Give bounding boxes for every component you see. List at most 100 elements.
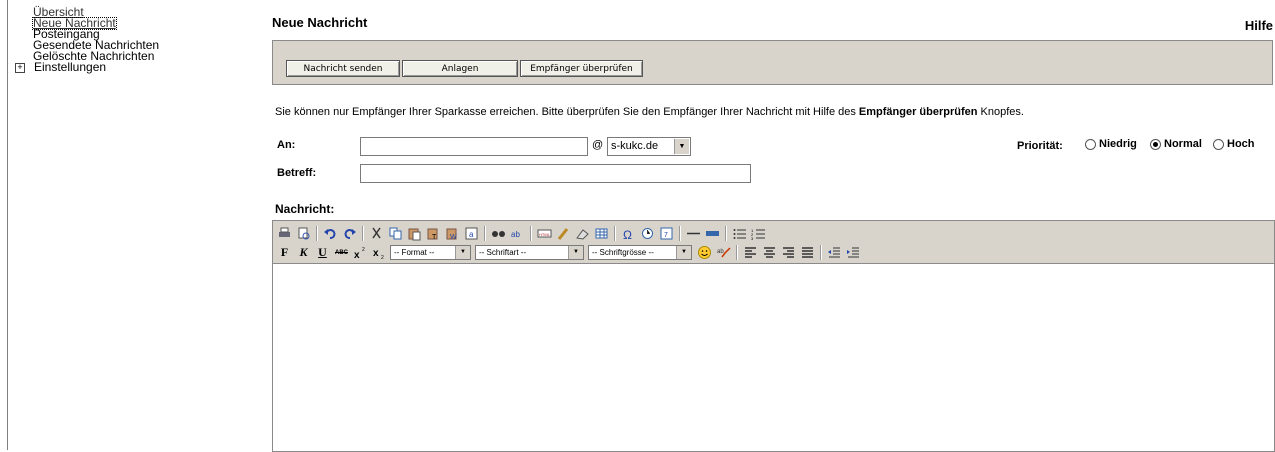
align-center-icon[interactable] bbox=[761, 244, 778, 261]
message-label: Nachricht: bbox=[275, 202, 335, 216]
format-value: -- Format -- bbox=[394, 248, 435, 257]
svg-text:ab: ab bbox=[717, 249, 724, 255]
bullet-list-icon[interactable] bbox=[731, 225, 748, 242]
size-value: -- Schriftgrösse -- bbox=[592, 248, 654, 257]
check-recipients-button[interactable]: Empfänger überprüfen bbox=[520, 60, 643, 77]
to-label: An: bbox=[277, 139, 296, 151]
attachments-button[interactable]: Anlagen bbox=[402, 60, 518, 77]
chevron-down-icon[interactable]: ▼ bbox=[455, 246, 470, 259]
subject-input[interactable] bbox=[360, 164, 751, 183]
domain-select[interactable]: s-kukc.de ▼ bbox=[607, 137, 691, 156]
send-button[interactable]: Nachricht senden bbox=[286, 60, 400, 77]
priority-hoch[interactable]: Hoch bbox=[1213, 138, 1255, 150]
subscript-icon[interactable]: x2 bbox=[371, 244, 388, 261]
info-text-end: Knopfes. bbox=[977, 106, 1024, 118]
toolbar-row-2: F K U ABC x2 x2 -- Format -- ▼ -- Schrift… bbox=[276, 244, 864, 261]
sidebar: Übersicht Neue Nachricht Posteingang Ges… bbox=[12, 6, 252, 73]
special-char-icon[interactable]: Ω bbox=[620, 225, 637, 242]
radio-niedrig[interactable] bbox=[1085, 138, 1096, 150]
radio-label: Normal bbox=[1164, 138, 1202, 150]
numbered-list-icon[interactable]: 123 bbox=[750, 225, 767, 242]
size-select[interactable]: -- Schriftgrösse -- ▼ bbox=[588, 245, 692, 260]
strike-button[interactable]: ABC bbox=[333, 244, 350, 261]
svg-text:W: W bbox=[450, 234, 457, 241]
font-select[interactable]: -- Schriftart -- ▼ bbox=[475, 245, 584, 260]
font-value: -- Schriftart -- bbox=[479, 248, 527, 257]
italic-button[interactable]: K bbox=[295, 244, 312, 261]
align-right-icon[interactable] bbox=[780, 244, 797, 261]
svg-text:x: x bbox=[373, 248, 379, 259]
radio-hoch[interactable] bbox=[1213, 138, 1224, 150]
outdent-icon[interactable] bbox=[826, 244, 843, 261]
priority-normal[interactable]: Normal bbox=[1150, 138, 1202, 150]
radio-label: Hoch bbox=[1227, 138, 1255, 150]
preview-icon[interactable] bbox=[295, 225, 312, 242]
toolbar-row-1: T W a ab HTML Ω 7 123 bbox=[276, 225, 769, 242]
align-justify-icon[interactable] bbox=[799, 244, 816, 261]
smiley-icon[interactable] bbox=[696, 244, 713, 261]
bold-button[interactable]: F bbox=[276, 244, 293, 261]
radio-normal[interactable] bbox=[1150, 138, 1161, 150]
separator bbox=[362, 226, 364, 241]
svg-text:3: 3 bbox=[751, 236, 754, 241]
rich-text-editor: T W a ab HTML Ω 7 123 F K U ABC x 2 x 2 … bbox=[272, 220, 1275, 452]
info-text: Sie können nur Empfänger Ihrer Sparkasse… bbox=[275, 106, 1024, 118]
eraser-icon[interactable] bbox=[574, 225, 591, 242]
message-body-editor[interactable] bbox=[273, 264, 1274, 451]
paste-word-icon[interactable]: W bbox=[444, 225, 461, 242]
info-text-start: Sie können nur Empfänger Ihrer Sparkasse… bbox=[275, 106, 859, 118]
svg-text:HTML: HTML bbox=[539, 232, 551, 237]
separator bbox=[530, 226, 532, 241]
align-left-icon[interactable] bbox=[742, 244, 759, 261]
separator bbox=[484, 226, 486, 241]
undo-icon[interactable] bbox=[322, 225, 339, 242]
at-sign: @ bbox=[592, 139, 604, 151]
replace-icon[interactable]: ab bbox=[509, 225, 526, 242]
chevron-down-icon[interactable]: ▼ bbox=[676, 246, 691, 259]
help-link[interactable]: Hilfe bbox=[1245, 18, 1273, 33]
superscript-icon[interactable]: x2 bbox=[352, 244, 369, 261]
separator bbox=[820, 245, 822, 260]
priority-label: Priorität: bbox=[1017, 140, 1063, 152]
svg-text:Ω: Ω bbox=[623, 228, 632, 241]
print-icon[interactable] bbox=[276, 225, 293, 242]
separator bbox=[614, 226, 616, 241]
underline-button[interactable]: U bbox=[314, 244, 331, 261]
redo-icon[interactable] bbox=[341, 225, 358, 242]
time-icon[interactable] bbox=[639, 225, 656, 242]
info-text-bold: Empfänger überprüfen bbox=[858, 106, 978, 118]
horizontal-rule-icon[interactable] bbox=[685, 225, 702, 242]
table-icon[interactable] bbox=[593, 225, 610, 242]
cut-icon[interactable] bbox=[368, 225, 385, 242]
expand-plus-icon[interactable]: + bbox=[15, 62, 25, 73]
action-bar: Nachricht senden Anlagen Empfänger überp… bbox=[272, 40, 1273, 85]
to-input[interactable] bbox=[360, 137, 588, 156]
svg-text:7: 7 bbox=[664, 232, 668, 239]
paste-text-icon[interactable]: T bbox=[425, 225, 442, 242]
svg-text:2: 2 bbox=[362, 247, 365, 253]
paste-icon[interactable] bbox=[406, 225, 423, 242]
chevron-down-icon[interactable]: ▼ bbox=[674, 139, 689, 154]
priority-niedrig[interactable]: Niedrig bbox=[1085, 138, 1137, 150]
svg-text:T: T bbox=[432, 234, 437, 241]
sidebar-item-label[interactable]: Einstellungen bbox=[34, 61, 106, 73]
find-icon[interactable] bbox=[490, 225, 507, 242]
sidebar-divider bbox=[7, 0, 8, 450]
svg-text:2: 2 bbox=[381, 255, 384, 260]
select-all-icon[interactable]: a bbox=[463, 225, 480, 242]
radio-label: Niedrig bbox=[1099, 138, 1137, 150]
html-source-icon[interactable]: HTML bbox=[536, 225, 553, 242]
separator bbox=[316, 226, 318, 241]
domain-value: s-kukc.de bbox=[611, 140, 659, 152]
indent-icon[interactable] bbox=[845, 244, 862, 261]
format-select[interactable]: -- Format -- ▼ bbox=[390, 245, 471, 260]
chevron-down-icon[interactable]: ▼ bbox=[568, 246, 583, 259]
separator bbox=[679, 226, 681, 241]
copy-icon[interactable] bbox=[387, 225, 404, 242]
insert-line-icon[interactable] bbox=[704, 225, 721, 242]
spellcheck-icon[interactable]: ab bbox=[715, 244, 732, 261]
separator bbox=[736, 245, 738, 260]
date-icon[interactable]: 7 bbox=[658, 225, 675, 242]
sidebar-item-einstellungen[interactable]: + Einstellungen bbox=[12, 61, 252, 73]
clean-format-icon[interactable] bbox=[555, 225, 572, 242]
